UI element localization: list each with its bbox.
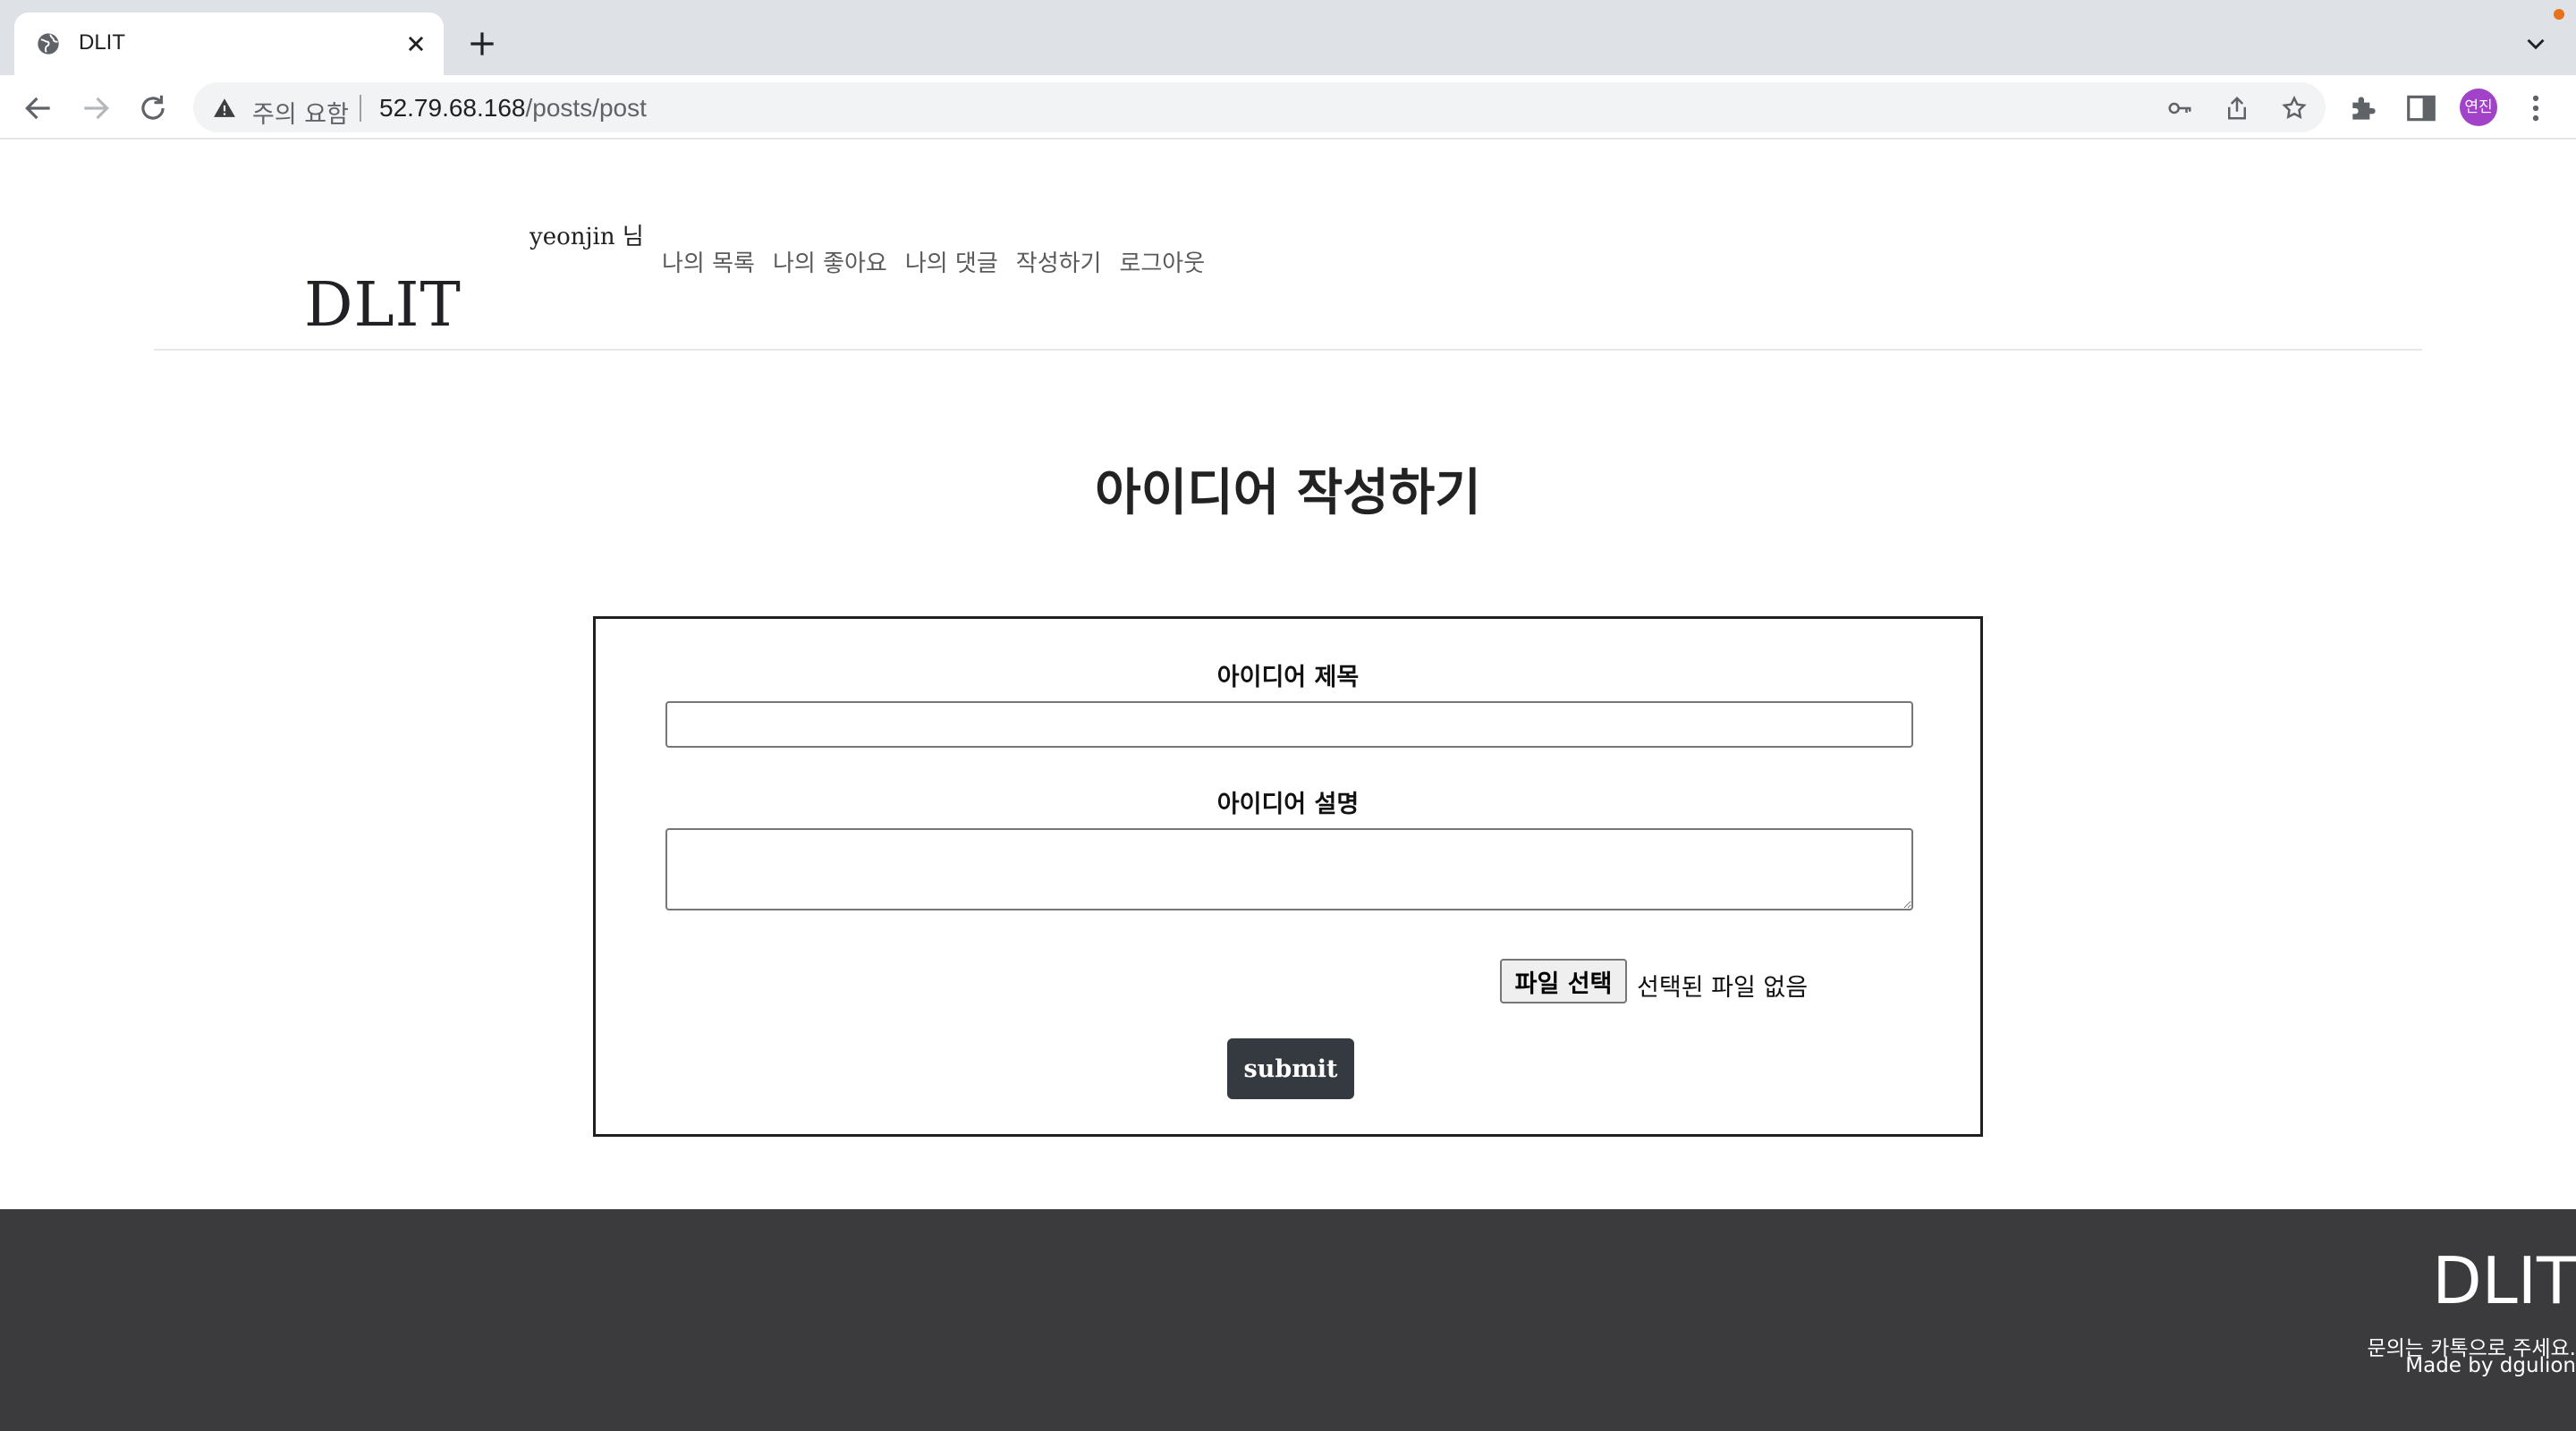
side-panel-icon[interactable]	[2404, 91, 2438, 125]
site-header: DLIT yeonjin 님 나의 목록 나의 좋아요 나의 댓글 작성하기 로…	[154, 140, 2422, 351]
browser-toolbar: 주의 요함 52.79.68.168/posts/post 연진	[0, 75, 2576, 140]
back-arrow-icon[interactable]	[21, 91, 55, 125]
nav-my-list[interactable]: 나의 목록	[662, 245, 755, 278]
username-greeting: yeonjin 님	[530, 224, 644, 250]
browser-tab[interactable]: DLIT	[14, 13, 444, 75]
footer-logo: DLIT	[2432, 1243, 2576, 1318]
bookmark-star-icon[interactable]	[2281, 95, 2308, 122]
site-footer: DLIT 문의는 카톡으로 주세요. Made by dgulion	[0, 1209, 2576, 1431]
nav-my-likes[interactable]: 나의 좋아요	[773, 245, 887, 278]
footer-credit: Made by dgulion	[2405, 1354, 2576, 1377]
new-tab-icon[interactable]	[465, 27, 499, 61]
description-textarea[interactable]	[665, 828, 1913, 910]
choose-file-button[interactable]: 파일 선택	[1500, 959, 1627, 1003]
chevron-down-icon[interactable]	[2521, 29, 2551, 59]
more-menu-icon[interactable]	[2519, 91, 2553, 125]
divider	[360, 95, 361, 122]
nav-my-comments[interactable]: 나의 댓글	[905, 245, 998, 278]
forward-arrow-icon[interactable]	[79, 91, 113, 125]
reload-icon[interactable]	[136, 91, 170, 125]
extensions-puzzle-icon[interactable]	[2347, 91, 2381, 125]
url-text[interactable]: 52.79.68.168/posts/post	[379, 94, 647, 123]
page-title: 아이디어 작성하기	[1095, 464, 1481, 522]
main-nav: 나의 목록 나의 좋아요 나의 댓글 작성하기 로그아웃	[662, 245, 1205, 278]
submit-button[interactable]: submit	[1227, 1038, 1354, 1099]
url-path: /posts/post	[525, 94, 647, 122]
nav-logout[interactable]: 로그아웃	[1119, 245, 1205, 278]
security-warning[interactable]: 주의 요함	[252, 95, 349, 130]
update-indicator	[2554, 9, 2564, 20]
description-label: 아이디어 설명	[1216, 791, 1360, 818]
site-logo[interactable]: DLIT	[304, 270, 462, 341]
close-tab-icon[interactable]	[401, 29, 431, 59]
idea-form: 아이디어 제목 아이디어 설명 파일 선택 선택된 파일 없음 submit	[593, 616, 1983, 1137]
url-host: 52.79.68.168	[379, 94, 526, 122]
address-bar[interactable]: 주의 요함 52.79.68.168/posts/post	[193, 82, 2326, 132]
file-status: 선택된 파일 없음	[1637, 974, 1809, 1002]
globe-icon	[38, 33, 59, 55]
nav-write[interactable]: 작성하기	[1016, 245, 1102, 278]
warning-icon[interactable]	[213, 97, 236, 118]
tab-title: DLIT	[79, 30, 126, 55]
share-icon[interactable]	[2224, 95, 2250, 122]
key-icon[interactable]	[2166, 95, 2193, 122]
title-label: 아이디어 제목	[1216, 664, 1360, 691]
profile-avatar[interactable]: 연진	[2460, 89, 2497, 126]
browser-tabstrip: DLIT	[0, 0, 2576, 75]
title-input[interactable]	[665, 701, 1913, 748]
